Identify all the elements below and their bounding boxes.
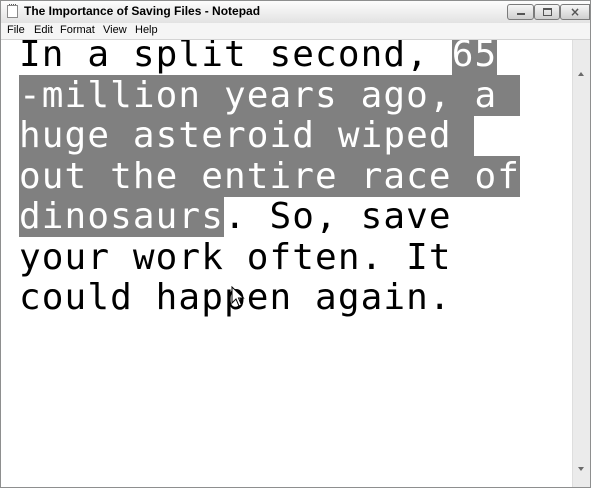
selected-text: dinosaurs <box>19 196 224 237</box>
scroll-up-icon[interactable] <box>578 72 584 76</box>
selected-text: out the entire race of <box>19 155 521 197</box>
selected-text: huge asteroid wiped <box>19 115 475 156</box>
plain-text: your work often. It <box>19 236 452 278</box>
notepad-window: The Importance of Saving Files - Notepad… <box>0 0 591 488</box>
text-line-3: huge asteroid wiped <box>19 115 475 156</box>
scroll-down-icon[interactable] <box>578 467 584 471</box>
window-title: The Importance of Saving Files - Notepad <box>24 4 261 18</box>
text-line-1: In a split second, 65 <box>19 40 498 75</box>
document-text[interactable]: In a split second, 65 -million years ago… <box>19 40 572 319</box>
text-line-4: out the entire race of <box>19 155 521 197</box>
notepad-icon <box>7 4 18 18</box>
close-button[interactable]: × <box>560 4 590 20</box>
selected-text: 65 <box>451 40 498 75</box>
minimize-button[interactable] <box>507 4 534 20</box>
selected-text: -million years ago, a <box>19 74 521 116</box>
menu-edit[interactable]: Edit <box>34 24 53 36</box>
plain-text: . So, save <box>223 196 452 237</box>
menu-view[interactable]: View <box>103 24 127 36</box>
maximize-button[interactable] <box>534 4 560 20</box>
minimize-icon <box>517 13 525 15</box>
menu-file[interactable]: File <box>7 24 25 36</box>
text-line-5: dinosaurs. So, save <box>19 196 452 237</box>
menu-help[interactable]: Help <box>135 24 158 36</box>
maximize-icon <box>543 8 552 16</box>
title-bar[interactable]: The Importance of Saving Files - Notepad… <box>1 1 590 23</box>
close-icon: × <box>570 5 581 19</box>
text-line-6: your work often. It <box>19 237 452 278</box>
menu-bar: File Edit Format View Help <box>1 23 590 40</box>
text-line-2: -million years ago, a <box>19 74 521 116</box>
mouse-pointer-icon <box>231 286 245 307</box>
vertical-scrollbar[interactable] <box>572 40 590 487</box>
text-editor[interactable]: In a split second, 65 -million years ago… <box>1 40 572 487</box>
menu-format[interactable]: Format <box>60 24 95 36</box>
plain-text: In a split second, <box>19 40 452 75</box>
